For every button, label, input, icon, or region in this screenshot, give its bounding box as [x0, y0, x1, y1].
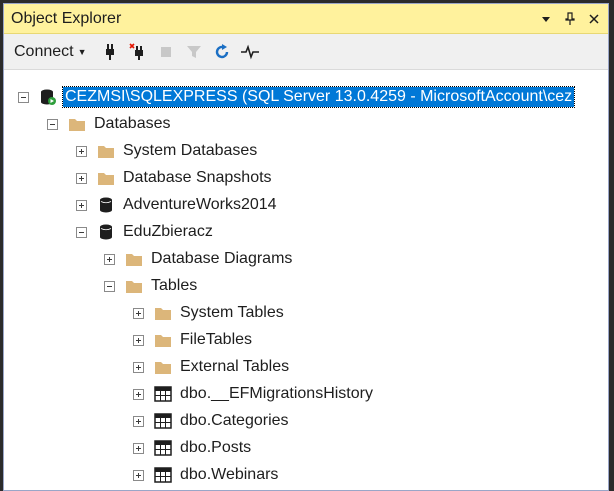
tree-node-label: Tables [151, 277, 198, 294]
tree-node-table[interactable]: dbo.Categories [133, 408, 289, 434]
tree-node-system-databases[interactable]: System Databases [76, 138, 257, 164]
folder-icon [125, 277, 143, 295]
expand-toggle[interactable] [133, 442, 144, 454]
tree-node-label: EduZbieracz [123, 223, 213, 240]
table-icon [154, 439, 172, 457]
database-icon [97, 223, 115, 241]
tree-node-label: FileTables [180, 331, 253, 348]
tree-node-label: Database Snapshots [123, 169, 272, 186]
tree-node-label: External Tables [180, 358, 290, 375]
expand-toggle[interactable] [104, 253, 115, 265]
tree-node-tables[interactable]: Tables [104, 273, 197, 299]
stop-icon[interactable] [155, 41, 177, 63]
folder-icon [154, 331, 172, 349]
tree-node-eduzbieracz[interactable]: EduZbieracz [76, 219, 213, 245]
expand-toggle[interactable] [133, 388, 144, 400]
tree-node-label: dbo.Posts [180, 439, 252, 456]
tree-node-databases[interactable]: Databases [47, 111, 171, 137]
collapse-toggle[interactable] [18, 91, 29, 103]
tree-node-external-tables[interactable]: External Tables [133, 354, 289, 380]
tree-node-adventureworks[interactable]: AdventureWorks2014 [76, 192, 277, 218]
close-icon[interactable] [588, 13, 602, 25]
connect-button[interactable]: Connect ▼ [14, 43, 87, 61]
tree-node-table[interactable]: dbo.Webinars [133, 462, 278, 488]
tree-node-label: CEZMSI\SQLEXPRESS (SQL Server 13.0.4259 … [61, 86, 576, 108]
tree-node-label: AdventureWorks2014 [123, 196, 277, 213]
folder-icon [125, 250, 143, 268]
collapse-toggle[interactable] [47, 118, 58, 130]
table-icon [154, 466, 172, 484]
folder-icon [68, 115, 86, 133]
pin-icon[interactable] [564, 12, 578, 26]
tree-node-filetables[interactable]: FileTables [133, 327, 252, 353]
expand-toggle[interactable] [133, 307, 144, 319]
expand-toggle[interactable] [76, 145, 87, 157]
tree-node-label: dbo.Webinars [180, 466, 279, 483]
folder-icon [97, 169, 115, 187]
expand-toggle[interactable] [76, 199, 87, 211]
folder-icon [97, 142, 115, 160]
tree-node-label: Databases [94, 115, 171, 132]
connect-plug-icon[interactable] [99, 41, 121, 63]
expand-toggle[interactable] [133, 334, 144, 346]
refresh-icon[interactable] [211, 41, 233, 63]
tree-node-server[interactable]: CEZMSI\SQLEXPRESS (SQL Server 13.0.4259 … [18, 84, 576, 110]
tree-node-database-diagrams[interactable]: Database Diagrams [104, 246, 292, 272]
toolbar: Connect ▼ [4, 34, 608, 70]
tree-node-label: Database Diagrams [151, 250, 293, 267]
collapse-toggle[interactable] [76, 226, 87, 238]
table-icon [154, 385, 172, 403]
tree-node-system-tables[interactable]: System Tables [133, 300, 284, 326]
expand-toggle[interactable] [133, 415, 144, 427]
database-server-running-icon [39, 88, 57, 106]
tree-node-label: System Tables [180, 304, 284, 321]
tree-node-label: System Databases [123, 142, 258, 159]
panel-title: Object Explorer [11, 9, 122, 27]
database-icon [97, 196, 115, 214]
expand-toggle[interactable] [133, 469, 144, 481]
disconnect-plug-icon[interactable] [127, 41, 149, 63]
expand-toggle[interactable] [76, 172, 87, 184]
collapse-toggle[interactable] [104, 280, 115, 292]
expand-toggle[interactable] [133, 361, 144, 373]
tree-node-table[interactable]: dbo.__EFMigrationsHistory [133, 381, 373, 407]
object-explorer-panel: Object Explorer Connect ▼ CEZMSI\SQLEXPR… [3, 3, 609, 491]
tree-node-label: dbo.__EFMigrationsHistory [180, 385, 373, 402]
chevron-down-icon: ▼ [77, 46, 87, 57]
activity-monitor-icon[interactable] [239, 41, 261, 63]
tree-node-database-snapshots[interactable]: Database Snapshots [76, 165, 272, 191]
tree-node-label: dbo.Categories [180, 412, 289, 429]
folder-icon [154, 304, 172, 322]
window-position-dropdown-icon[interactable] [540, 13, 554, 25]
folder-icon [154, 358, 172, 376]
filter-icon[interactable] [183, 41, 205, 63]
connect-label: Connect [14, 42, 74, 60]
title-bar: Object Explorer [4, 4, 608, 34]
tree-node-table[interactable]: dbo.Posts [133, 435, 251, 461]
table-icon [154, 412, 172, 430]
